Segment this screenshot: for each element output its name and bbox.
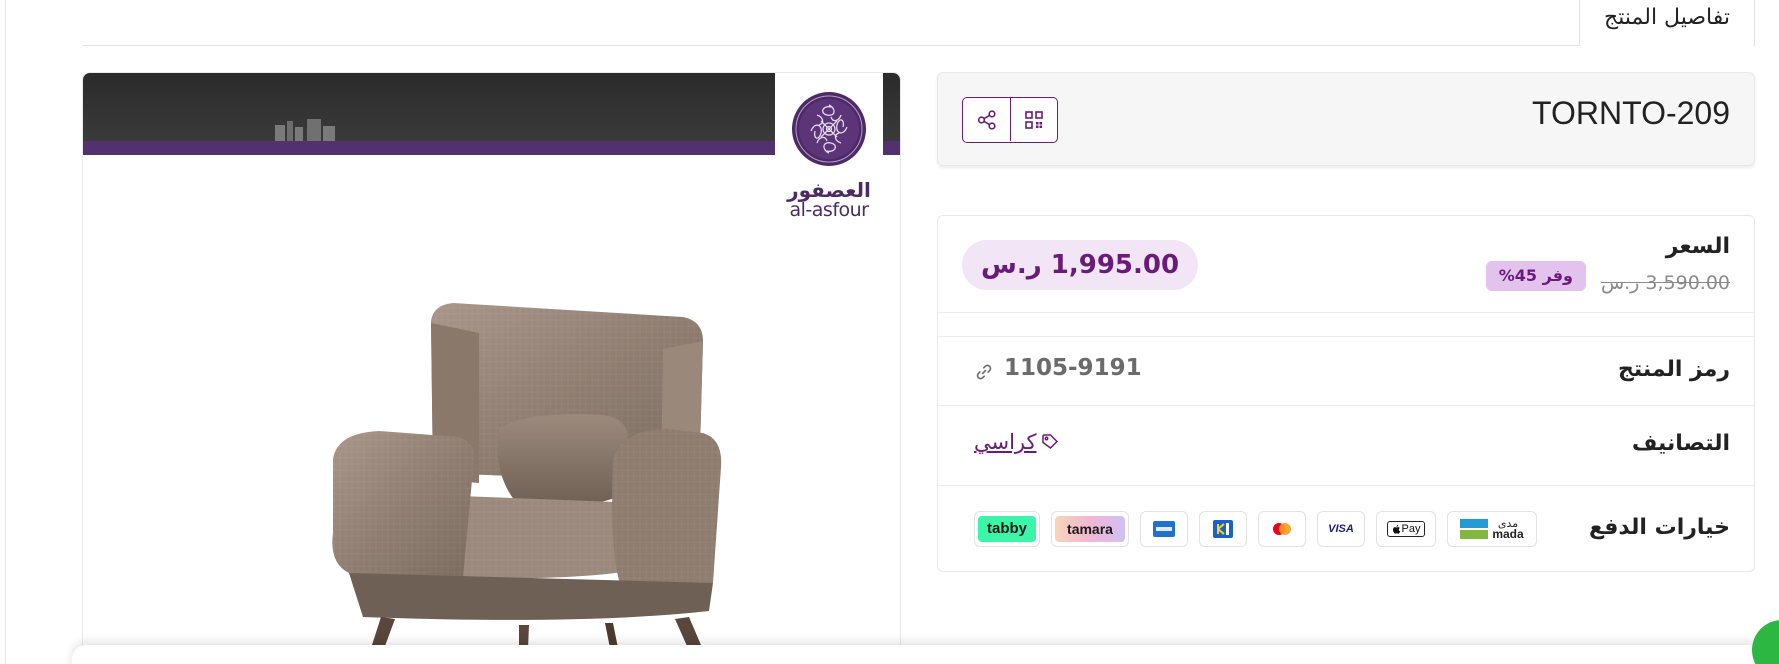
skyline-watermark xyxy=(275,119,335,141)
share-icon xyxy=(977,109,996,130)
payment-options-row: خيارات الدفع tabby tamara VISA Pay مدى m… xyxy=(938,486,1754,572)
sku-label: رمز المنتج xyxy=(1618,357,1730,382)
discount-badge: وفر 45% xyxy=(1485,261,1586,291)
original-price: 3,590.00 ر.س xyxy=(1600,272,1730,294)
categories-row: التصانيف كراسي xyxy=(938,406,1754,486)
mastercard-badge xyxy=(1258,511,1306,547)
stc-pay-badge xyxy=(1199,511,1247,547)
tab-product-details[interactable]: تفاصيل المنتج xyxy=(1579,0,1755,47)
price-label: السعر xyxy=(1665,234,1730,259)
amex-logo-icon xyxy=(1153,521,1175,537)
american-express-badge xyxy=(1140,511,1188,547)
mastercard-logo-icon xyxy=(1273,523,1291,535)
price-row: السعر 3,590.00 ر.س وفر 45% 1,995.00 ر.س xyxy=(938,216,1754,313)
visa-badge: VISA xyxy=(1317,511,1365,547)
sku-value-group[interactable]: 1105-9191 xyxy=(974,354,1142,382)
tabby-badge: tabby xyxy=(974,511,1040,547)
visa-logo: VISA xyxy=(1328,523,1354,535)
mada-logo: مدى mada xyxy=(1460,518,1524,541)
product-title: TORNTO-209 xyxy=(1532,95,1730,131)
logo-emblem-icon xyxy=(792,92,866,166)
tag-icon xyxy=(1041,434,1058,449)
product-details-card: السعر 3,590.00 ر.س وفر 45% 1,995.00 ر.س … xyxy=(937,215,1755,572)
product-image[interactable]: العصفور al-asfour xyxy=(82,72,901,664)
qr-code-icon xyxy=(1025,110,1043,129)
product-tabs: تفاصيل المنتج xyxy=(82,0,1755,47)
tamara-logo: tamara xyxy=(1055,516,1125,542)
qr-code-button[interactable] xyxy=(1010,98,1057,141)
row-spacer xyxy=(938,313,1754,337)
mada-latin-text: mada xyxy=(1492,527,1524,541)
tamara-badge: tamara xyxy=(1051,511,1129,547)
product-title-card: TORNTO-209 xyxy=(937,72,1755,166)
apple-pay-logo: Pay xyxy=(1386,521,1426,537)
payment-methods: tabby tamara VISA Pay مدى mada xyxy=(974,511,1537,547)
floating-chat-button[interactable] xyxy=(1752,620,1779,664)
sku-row: رمز المنتج 1105-9191 xyxy=(938,337,1754,406)
bottom-sheet-edge xyxy=(72,645,1762,664)
product-action-group xyxy=(962,97,1058,143)
mada-badge: مدى mada xyxy=(1447,511,1537,547)
share-button[interactable] xyxy=(963,98,1010,141)
link-icon xyxy=(976,364,992,380)
armchair-photo xyxy=(332,303,722,664)
logo-arabic-text: العصفور xyxy=(787,178,871,202)
mada-stripes-icon xyxy=(1460,519,1489,539)
payment-options-label: خيارات الدفع xyxy=(1588,515,1730,540)
sku-value: 1105-9191 xyxy=(1004,355,1142,381)
category-label: كراسي xyxy=(974,430,1037,454)
categories-label: التصانيف xyxy=(1631,431,1730,456)
apple-pay-badge: Pay xyxy=(1376,511,1436,547)
stc-pay-logo-icon xyxy=(1213,520,1233,538)
apple-icon xyxy=(1392,524,1400,534)
category-link-chairs[interactable]: كراسي xyxy=(974,430,1059,454)
tabby-logo: tabby xyxy=(978,516,1036,542)
apple-pay-text: Pay xyxy=(1401,523,1421,535)
current-price: 1,995.00 ر.س xyxy=(962,240,1199,290)
logo-latin-text: al-asfour xyxy=(789,199,870,221)
brand-logo: العصفور al-asfour xyxy=(775,73,883,223)
page-edge-divider xyxy=(5,0,6,664)
